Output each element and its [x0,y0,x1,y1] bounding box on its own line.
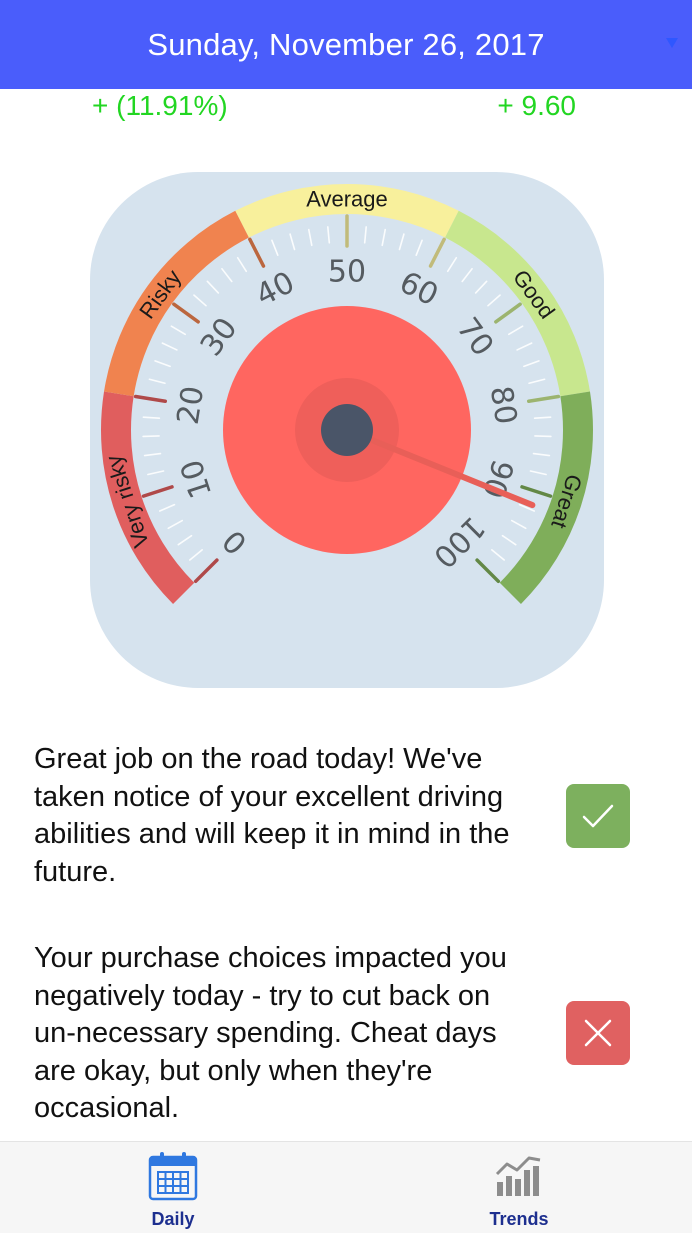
gauge-minor-tick [170,325,186,336]
gauge-tick-label: 70 [449,311,500,362]
gauge-minor-tick [487,294,501,307]
gauge-minor-tick [508,325,524,336]
gauge-minor-tick [327,226,331,244]
gauge-major-tick [133,394,168,403]
gauge-major-tick [428,237,446,268]
gauge-minor-tick [221,268,233,283]
gauge-minor-tick [148,378,166,385]
gauge-tick-label: 80 [483,384,524,427]
gauge-minor-tick [533,416,552,419]
gauge-minor-tick [154,360,171,368]
checkmark-icon [582,804,614,828]
gauge-band-3 [445,210,590,397]
gauge-minor-tick [142,416,161,419]
gauge-minor-tick [528,378,546,385]
gauge-minor-tick [161,342,178,351]
driving-message: Great job on the road today! We've taken… [34,743,510,888]
gauge-minor-tick [147,470,165,476]
dismiss-button[interactable] [566,1001,630,1065]
gauge-band-label: Average [306,187,388,212]
gauge-minor-tick [193,294,207,307]
percent-change: + (11.91%) [92,90,228,121]
gauge-minor-tick [501,534,517,546]
gauge-minor-tick [271,239,279,257]
gauge-tick-label: 40 [250,265,300,314]
bar-chart-icon [495,1156,541,1196]
gauge-hub [321,404,373,456]
gauge-graphic: 010203040 50 60708090100 Very riskyRiskyAv… [101,183,593,604]
gauge-tick-label: 30 [194,311,245,362]
gauge-minor-tick [461,268,473,283]
app-header: Sunday, November 26, 2017 [0,0,692,89]
gauge-minor-tick [381,228,387,247]
gauge-major-tick [494,302,522,324]
date-title: Sunday, November 26, 2017 [147,26,545,62]
gauge-minor-tick [158,503,176,512]
gauge-band-1 [104,210,249,397]
tab-daily-label: Daily [151,1209,195,1229]
tab-trends-label: Trends [489,1209,549,1229]
gauge-minor-tick [534,435,552,438]
gauge-minor-tick [142,435,160,438]
gauge-major-tick [193,558,219,584]
gauge-tick-label: 50 [328,255,366,290]
close-icon [584,1019,612,1047]
gauge-minor-tick [446,256,458,273]
gauge-major-tick [172,302,200,324]
gauge-tick-label: 10 [174,455,219,502]
gauge-minor-tick [289,233,296,251]
tab-bar: Daily Trends [0,1141,692,1233]
gauge-tick-label: 20 [171,384,212,427]
tab-trends[interactable]: Trends [459,1142,579,1233]
score-gauge: 0 10 20 30 40 50 60 70 80 90 100 Very risky Risky Av… [90,172,604,688]
gauge-tick-label: 60 [394,265,444,314]
gauge-minor-tick [474,280,488,294]
gauge-minor-tick [532,452,551,457]
gauge-minor-tick [516,342,533,351]
gauge-minor-tick [177,534,193,546]
gauge-minor-tick [236,256,248,273]
calendar-icon [148,1152,198,1201]
gauge-major-tick [141,485,174,498]
gauge-minor-tick [307,228,313,247]
gauge-minor-tick [206,280,220,294]
gauge-minor-tick [143,452,162,457]
gauge-minor-tick [189,549,203,561]
gauge-tick-label: 0 [216,523,254,561]
gauge-major-tick [526,394,561,403]
tab-daily[interactable]: Daily [113,1142,233,1233]
caret-down-icon[interactable] [666,38,678,48]
gauge-band-label: Very risky [101,452,154,550]
gauge-major-tick [475,558,501,584]
gauge-minor-tick [415,239,423,257]
gauge-minor-tick [529,470,547,476]
gauge-minor-tick [167,519,184,530]
score-change: + 9.60 [497,90,576,121]
gauge-minor-tick [491,549,505,561]
gauge-major-tick [520,485,553,498]
gauge-minor-tick [398,233,405,251]
spending-message: Your purchase choices impacted you negat… [34,942,507,1124]
gauge-minor-tick [510,519,527,530]
gauge-major-tick [248,237,266,268]
gauge-minor-tick [363,226,367,244]
approve-button[interactable] [566,784,630,848]
gauge-minor-tick [523,360,540,368]
